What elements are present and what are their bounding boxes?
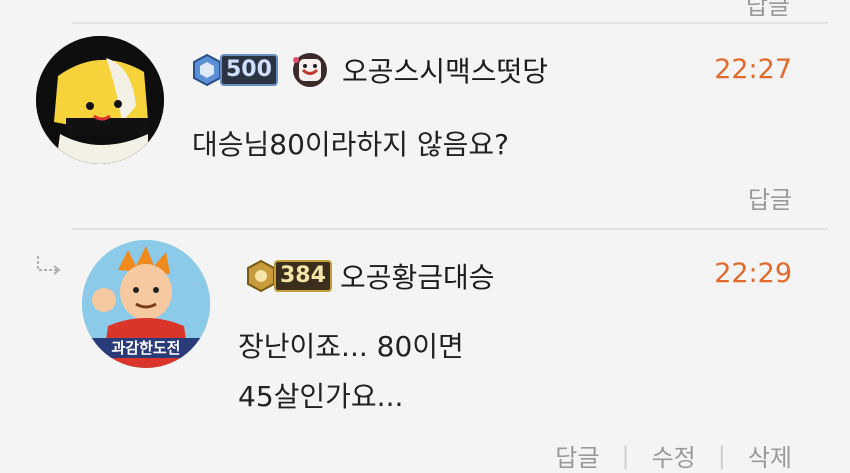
- avatar[interactable]: 과감한도전: [82, 240, 210, 368]
- comment-header: 500 오공스시맥스떳당: [190, 50, 548, 90]
- comment-text-line: 45살인가요...: [238, 380, 404, 413]
- comment-time: 22:27: [714, 54, 792, 85]
- reply-arrow-icon: [37, 256, 61, 275]
- comment-text-line: 장난이죠... 80이면: [238, 330, 464, 363]
- emblem-icon: [292, 53, 327, 87]
- avatar[interactable]: [36, 36, 164, 164]
- nickname[interactable]: 오공황금대승: [340, 256, 495, 296]
- delete-button[interactable]: 삭제: [748, 438, 792, 473]
- comment-header: 384 오공황금대승: [244, 256, 495, 296]
- level-number: 384: [274, 260, 332, 292]
- avatar-character-icon: 과감한도전: [82, 240, 210, 368]
- comment-time: 22:29: [714, 258, 792, 289]
- comment-text: 대승님80이라하지 않음요?: [192, 120, 509, 170]
- comment-item: 500 오공스시맥스떳당 22:27 대승님80이라하지 않음요? 답글: [0, 0, 850, 230]
- level-badge: 384: [244, 259, 332, 293]
- separator: |: [717, 441, 726, 470]
- comment-actions: 답글 | 수정 | 삭제: [555, 438, 792, 473]
- edit-button[interactable]: 수정: [652, 438, 696, 473]
- avatar-character-icon: [36, 36, 164, 164]
- shield-icon: [247, 259, 275, 293]
- reply-button[interactable]: 답글: [555, 438, 599, 473]
- comment-text: 장난이죠... 80이면 45살인가요...: [238, 322, 464, 422]
- comment-text-line: 대승님80이라하지 않음요?: [192, 128, 509, 161]
- separator: |: [621, 441, 630, 470]
- avatar-caption: 과감한도전: [111, 339, 180, 357]
- level-number: 500: [220, 54, 278, 86]
- reply-comment-item: 과감한도전 384 오공황금대승 22:29 장난이죠... 80이면 45살인…: [0, 230, 850, 473]
- shield-icon: [193, 53, 221, 87]
- reply-button[interactable]: 답글: [748, 180, 792, 215]
- nickname[interactable]: 오공스시맥스떳당: [342, 50, 548, 90]
- level-badge: 500: [190, 53, 278, 87]
- comment-actions: 답글: [748, 180, 792, 215]
